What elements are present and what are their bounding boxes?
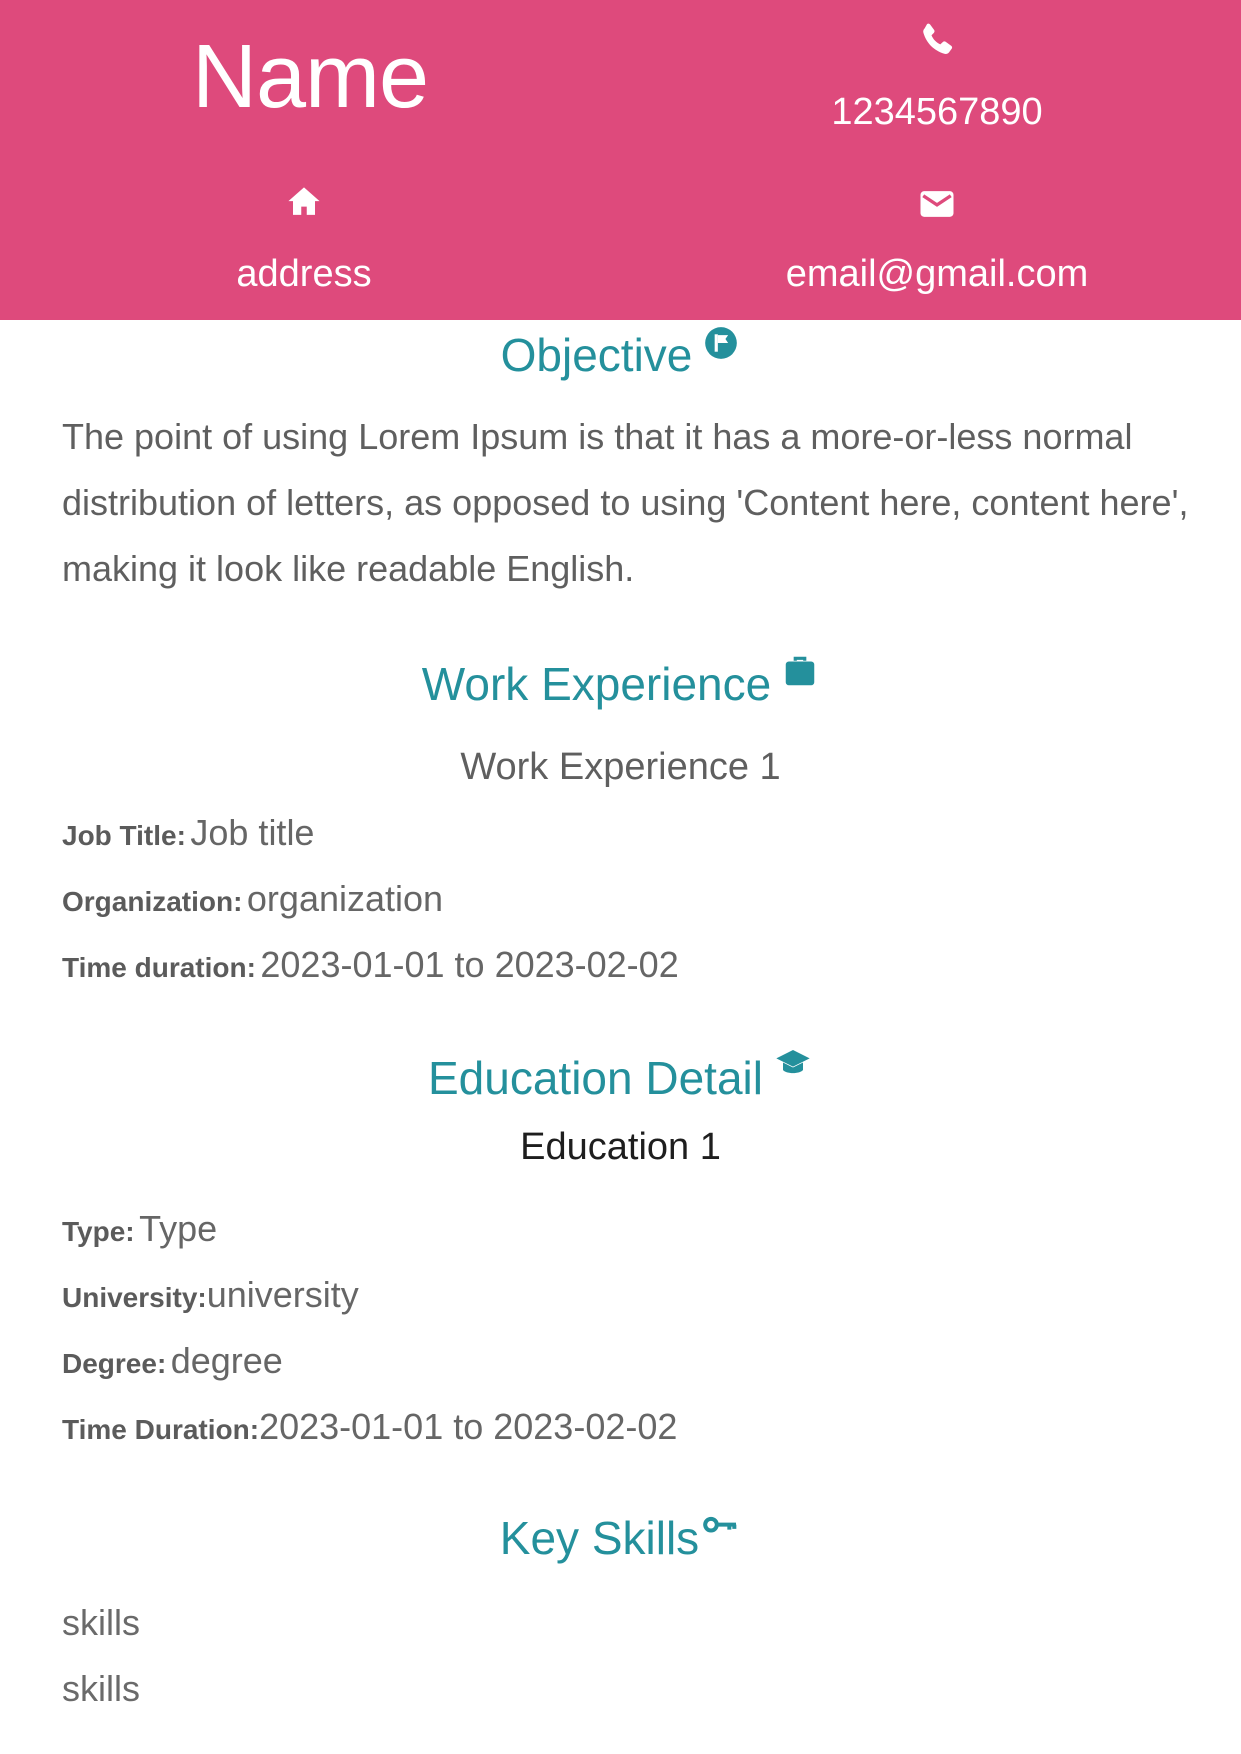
- work-duration-label: Time duration:: [62, 952, 256, 983]
- objective-text: The point of using Lorem Ipsum is that i…: [62, 416, 1189, 589]
- education-heading: Education Detail: [0, 1048, 1241, 1108]
- briefcase-icon: [781, 648, 819, 708]
- phone-number[interactable]: 1234567890: [787, 86, 1087, 138]
- university-row: University:university: [62, 1270, 1212, 1328]
- work-duration-row: Time duration: 2023-01-01 to 2023-02-02: [62, 940, 1212, 998]
- home-icon: [280, 180, 328, 224]
- flag-circle-icon: [702, 319, 740, 379]
- education-duration-label: Time Duration:: [62, 1414, 260, 1445]
- organization-label: Organization:: [62, 886, 243, 917]
- education-type-label: Type:: [62, 1216, 135, 1247]
- person-name: Name: [191, 27, 429, 127]
- envelope-icon: [912, 182, 962, 226]
- skill-item: skills: [62, 1602, 140, 1643]
- education-entry-title: Education 1: [520, 1126, 721, 1168]
- work-experience-heading: Work Experience: [0, 654, 1241, 714]
- resume-header: Name 1234567890 address email@gmail.com: [0, 0, 1241, 320]
- work-duration-value: 2023-01-01 to 2023-02-02: [260, 944, 679, 985]
- work-experience-title: Work Experience: [421, 658, 772, 710]
- phone-icon: [910, 20, 964, 64]
- organization-row: Organization: organization: [62, 874, 1212, 932]
- job-title-value: Job title: [190, 812, 315, 853]
- university-value: university: [206, 1274, 359, 1315]
- degree-value: degree: [170, 1340, 283, 1381]
- education-type-row: Type: Type: [62, 1204, 1212, 1262]
- organization-value: organization: [246, 878, 444, 919]
- skill-item: skills: [62, 1668, 140, 1709]
- address-text: address: [236, 253, 372, 295]
- job-title-label: Job Title:: [62, 820, 186, 851]
- work-entry-title: Work Experience 1: [460, 746, 781, 788]
- job-title-row: Job Title: Job title: [62, 808, 1212, 866]
- graduation-cap-icon: [773, 1042, 813, 1102]
- email-address[interactable]: email@gmail.com: [737, 248, 1137, 300]
- degree-row: Degree: degree: [62, 1336, 1212, 1394]
- education-type-value: Type: [139, 1208, 218, 1249]
- key-skills-title: Key Skills: [499, 1512, 700, 1564]
- objective-title: Objective: [500, 329, 693, 381]
- education-duration-row: Time Duration:2023-01-01 to 2023-02-02: [62, 1402, 1212, 1460]
- education-title: Education Detail: [428, 1052, 763, 1104]
- key-icon: [701, 1502, 741, 1562]
- university-label: University:: [62, 1282, 207, 1313]
- education-duration-value: 2023-01-01 to 2023-02-02: [259, 1406, 678, 1447]
- degree-label: Degree:: [62, 1348, 167, 1379]
- key-skills-heading: Key Skills: [0, 1508, 1241, 1568]
- objective-heading: Objective: [0, 325, 1241, 385]
